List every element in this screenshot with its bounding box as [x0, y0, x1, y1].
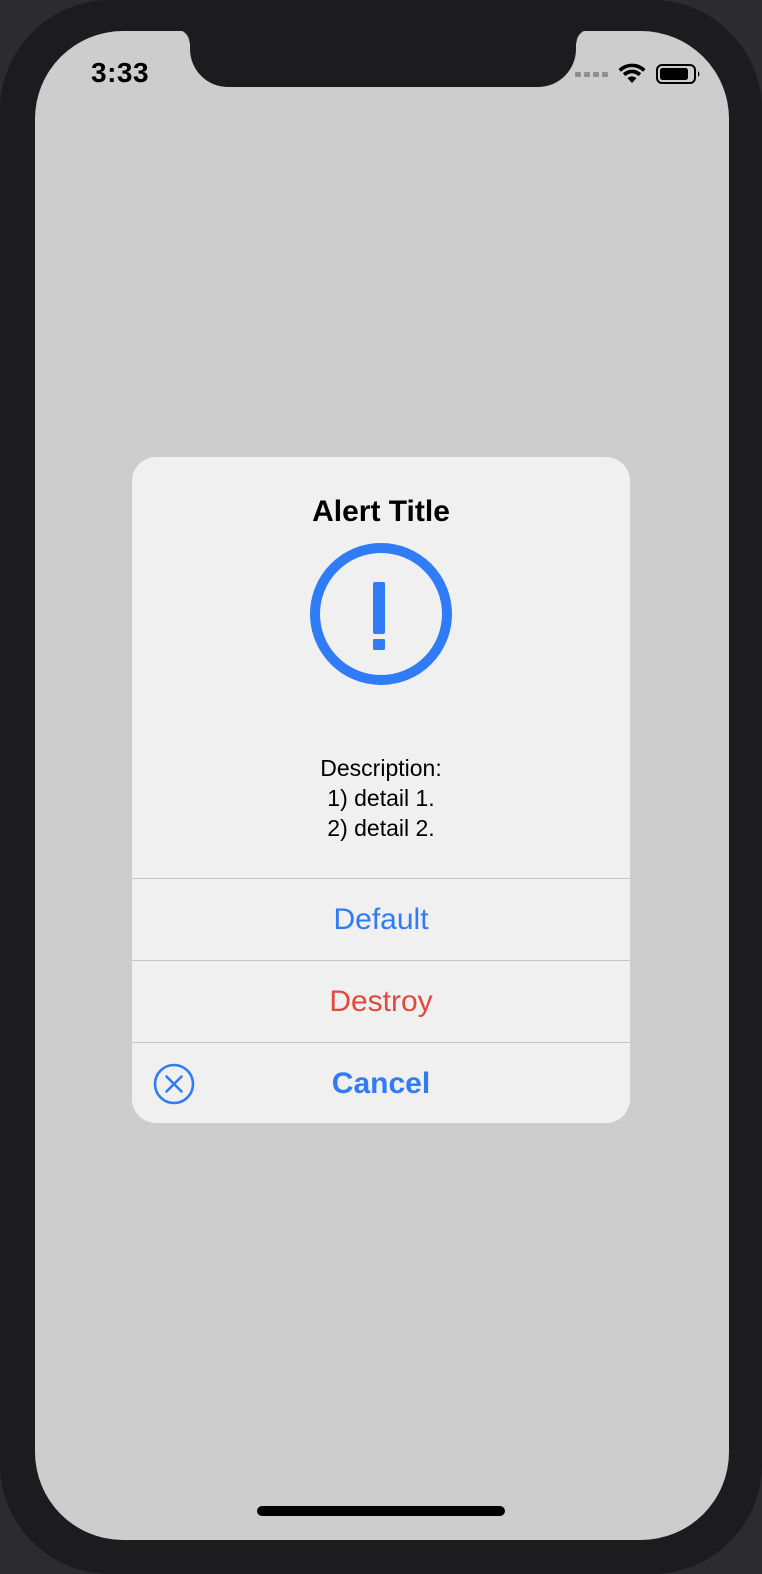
status-bar-icons — [575, 61, 702, 87]
device-notch — [176, 31, 590, 87]
destroy-button[interactable]: Destroy — [132, 961, 630, 1042]
status-time: 3:33 — [91, 57, 150, 88]
alert-dialog: Alert Title Description: 1) detail 1. 2)… — [132, 457, 630, 1123]
alert-message: Description: 1) detail 1. 2) detail 2. — [132, 753, 630, 843]
default-button-label: Default — [333, 902, 429, 936]
exclamation-circle-icon — [310, 543, 452, 685]
alert-message-line: Description: — [320, 755, 442, 781]
alert-title: Alert Title — [312, 495, 450, 528]
alert-message-line: 1) detail 1. — [327, 785, 435, 811]
device-frame: 3:33 Alert Title Description: 1) detail … — [0, 0, 762, 1574]
destroy-button-label: Destroy — [329, 984, 433, 1018]
close-circle-icon — [153, 1063, 195, 1105]
alert-message-line: 2) detail 2. — [327, 815, 435, 841]
wifi-icon — [618, 63, 646, 83]
screen: 3:33 Alert Title Description: 1) detail … — [35, 31, 729, 1540]
home-indicator[interactable] — [257, 1506, 505, 1516]
cellular-signal-icon — [575, 71, 608, 77]
default-button[interactable]: Default — [132, 879, 630, 960]
cancel-button[interactable]: Cancel — [132, 1043, 630, 1123]
cancel-button-label: Cancel — [331, 1066, 431, 1100]
battery-icon — [656, 64, 700, 84]
